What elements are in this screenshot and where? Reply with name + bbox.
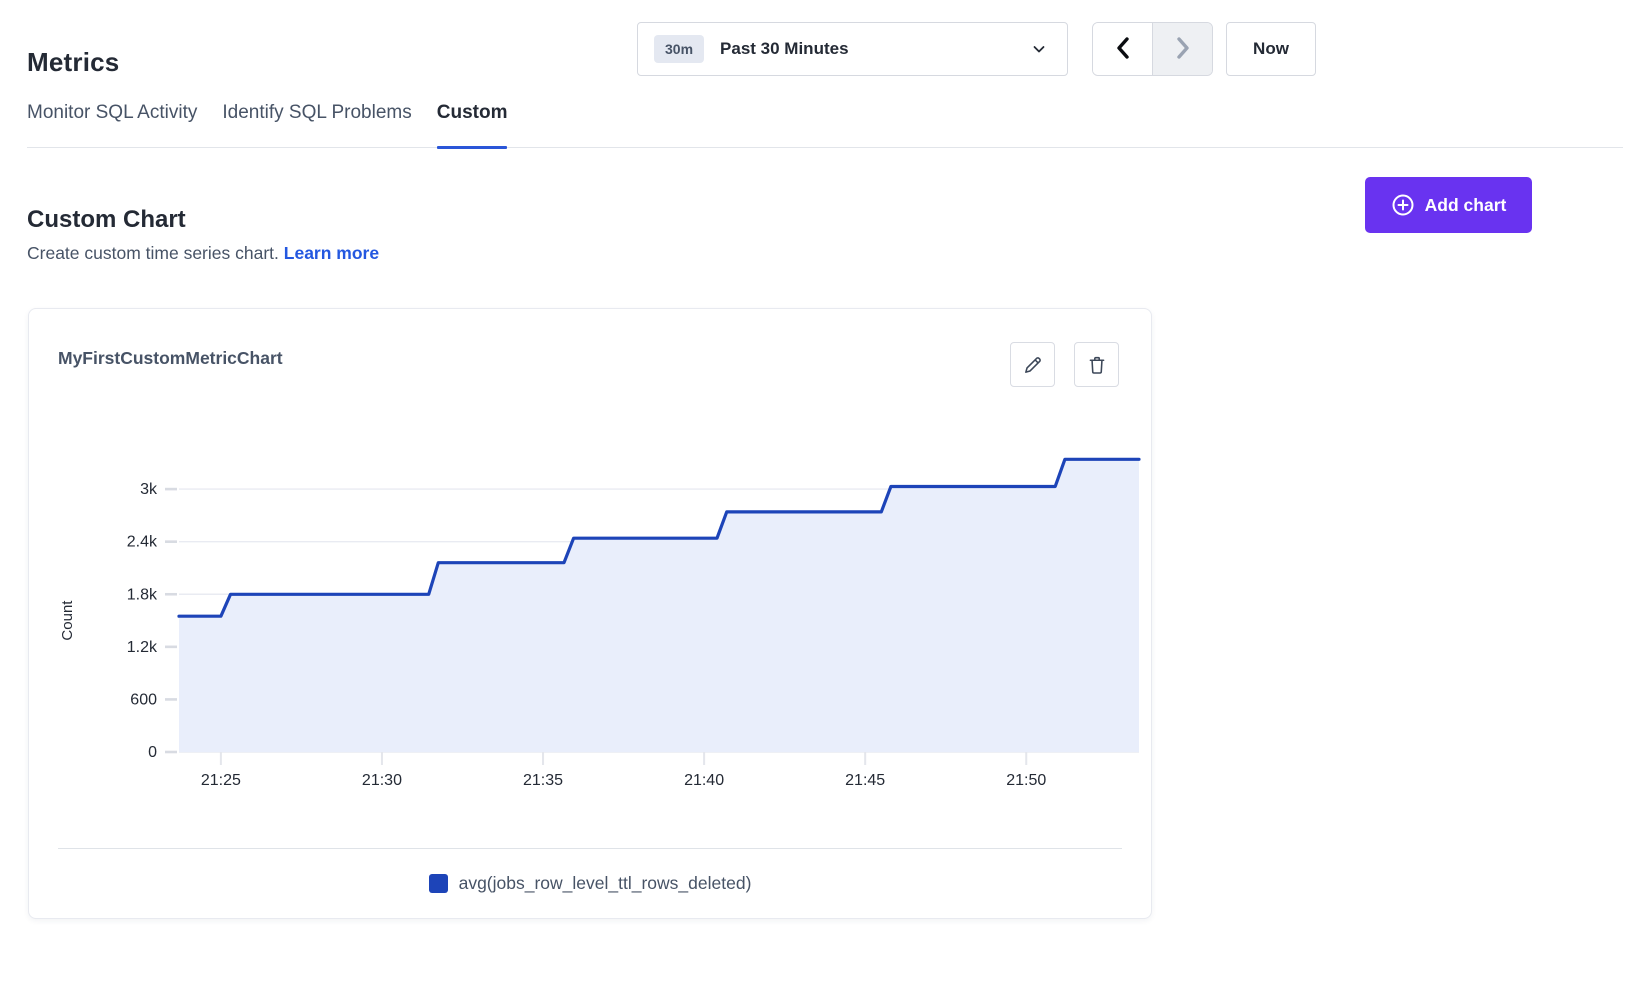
delete-chart-button[interactable]: [1074, 342, 1119, 387]
section-description-text: Create custom time series chart.: [27, 243, 279, 263]
page-title: Metrics: [27, 47, 119, 78]
svg-text:1.8k: 1.8k: [127, 586, 158, 603]
svg-text:21:45: 21:45: [845, 772, 885, 788]
chart-legend[interactable]: avg(jobs_row_level_ttl_rows_deleted): [29, 873, 1151, 894]
section-description: Create custom time series chart. Learn m…: [27, 243, 379, 264]
tab-identify-sql-problems[interactable]: Identify SQL Problems: [222, 102, 411, 147]
tab-monitor-sql-activity[interactable]: Monitor SQL Activity: [27, 102, 197, 147]
svg-text:21:30: 21:30: [362, 772, 402, 788]
x-axis-labels: 21:25 21:30 21:35 21:40 21:45 21:50: [201, 752, 1047, 788]
legend-label: avg(jobs_row_level_ttl_rows_deleted): [459, 873, 752, 894]
y-axis-labels: 0 600 1.2k 1.8k 2.4k 3k: [127, 481, 158, 761]
trash-icon: [1086, 354, 1108, 376]
svg-text:3k: 3k: [140, 481, 158, 498]
edit-chart-button[interactable]: [1010, 342, 1055, 387]
time-nav-group: [1092, 22, 1213, 76]
svg-text:21:35: 21:35: [523, 772, 563, 788]
section-title: Custom Chart: [27, 206, 186, 234]
time-range-badge: 30m: [654, 35, 704, 63]
custom-chart-plot[interactable]: 06001.2k1.8k2.4k3k21:2521:3021:3521:4021…: [58, 426, 1141, 788]
plus-circle-icon: [1391, 193, 1415, 217]
add-chart-label: Add chart: [1425, 195, 1507, 216]
add-chart-button[interactable]: Add chart: [1365, 177, 1532, 233]
svg-text:2.4k: 2.4k: [127, 534, 158, 551]
chevron-left-icon: [1112, 35, 1134, 64]
svg-text:600: 600: [130, 691, 157, 708]
chevron-down-icon: [1031, 41, 1047, 57]
previous-interval-button[interactable]: [1093, 23, 1152, 75]
chart-title: MyFirstCustomMetricChart: [58, 348, 283, 369]
svg-text:21:50: 21:50: [1006, 772, 1046, 788]
chevron-right-icon: [1172, 35, 1194, 64]
card-divider: [58, 848, 1122, 849]
tab-custom[interactable]: Custom: [437, 102, 508, 147]
time-range-label: Past 30 Minutes: [720, 39, 849, 59]
now-button[interactable]: Now: [1226, 22, 1316, 76]
custom-chart-card: MyFirstCustomMetricChart 0 600 1.2k 1.8k 2.4…: [28, 308, 1152, 919]
svg-text:1.2k: 1.2k: [127, 639, 158, 656]
metrics-tab-bar: Monitor SQL Activity Identify SQL Proble…: [27, 102, 1623, 148]
svg-text:21:25: 21:25: [201, 772, 241, 788]
learn-more-link[interactable]: Learn more: [284, 243, 379, 263]
y-axis-title: Count: [59, 600, 76, 641]
time-range-dropdown[interactable]: 30m Past 30 Minutes: [637, 22, 1068, 76]
legend-swatch: [429, 874, 448, 893]
next-interval-button[interactable]: [1152, 23, 1212, 75]
series-area-fill: [179, 459, 1139, 752]
svg-text:0: 0: [148, 744, 157, 761]
pencil-icon: [1022, 354, 1044, 376]
svg-text:21:40: 21:40: [684, 772, 724, 788]
